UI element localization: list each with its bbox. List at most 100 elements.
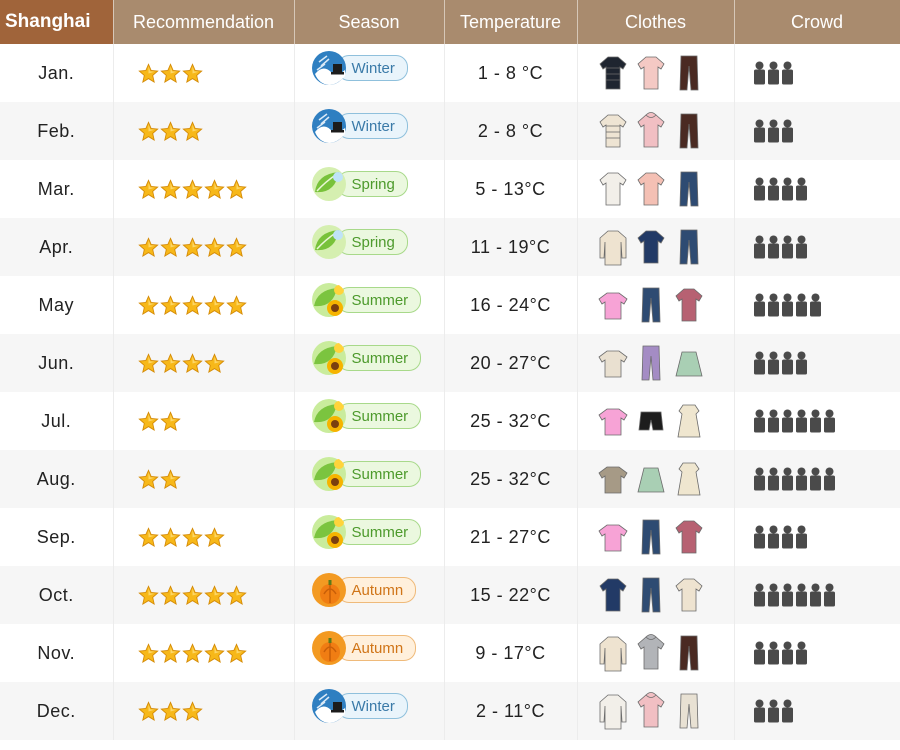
star-rating [137, 236, 294, 258]
sweatshirt-icon [636, 230, 665, 264]
clothes-cell [577, 392, 735, 450]
person-icon [781, 467, 793, 491]
season-badge: Winter [311, 109, 408, 144]
crowd-cell [734, 334, 900, 392]
season-badge: Winter [311, 51, 408, 86]
star-icon [137, 642, 159, 663]
recommendation-cell [113, 160, 295, 218]
trousers-icon [679, 635, 698, 671]
season-cell: Summer [294, 276, 445, 334]
person-icon [753, 641, 765, 665]
temperature-cell: 9 - 17°C [444, 624, 578, 682]
clothes-cell [577, 334, 735, 392]
person-icon [795, 641, 807, 665]
tshirt-icon [597, 292, 628, 320]
crowd-level [753, 467, 900, 491]
clothes-cell [577, 566, 735, 624]
star-icon [137, 294, 159, 315]
season-badge: Autumn [311, 631, 417, 666]
crowd-level [753, 641, 900, 665]
month-cell: Sep. [0, 508, 114, 566]
month-cell: Jun. [0, 334, 114, 392]
clothes-cell [577, 682, 735, 740]
star-icon [137, 468, 159, 489]
person-icon [767, 409, 779, 433]
table-row: Nov. Autumn 9 - 17°C [0, 624, 900, 682]
person-icon [781, 119, 793, 143]
star-icon [137, 410, 159, 431]
season-badge: Autumn [311, 573, 417, 608]
hoodie-icon [636, 692, 665, 728]
person-icon [753, 61, 765, 85]
star-icon [225, 584, 247, 605]
season-header: Season [294, 0, 445, 44]
person-icon [767, 583, 779, 607]
person-icon [809, 293, 821, 317]
crowd-level [753, 351, 900, 375]
crowd-cell [734, 160, 900, 218]
dress-icon [677, 462, 700, 496]
table-row: Jun. Summer 20 - 27°C [0, 334, 900, 392]
temperature-cell: 16 - 24°C [444, 276, 578, 334]
month-cell: Dec. [0, 682, 114, 740]
month-cell: Oct. [0, 566, 114, 624]
temperature-cell: 25 - 32°C [444, 450, 578, 508]
month-cell: May [0, 276, 114, 334]
clothes-cell [577, 102, 735, 160]
crowd-header: Crowd [734, 0, 900, 44]
person-icon [767, 177, 779, 201]
person-icon [753, 525, 765, 549]
star-icon [181, 642, 203, 663]
star-icon [181, 352, 203, 373]
season-badge: Summer [311, 341, 422, 376]
jeans-icon [641, 519, 660, 555]
person-icon [753, 293, 765, 317]
person-icon [795, 409, 807, 433]
person-icon [823, 467, 835, 491]
star-icon [181, 62, 203, 83]
clothes-cell [577, 218, 735, 276]
star-icon [159, 410, 181, 431]
season-label: Summer [336, 287, 422, 314]
star-icon [159, 700, 181, 721]
clothes-set [598, 692, 734, 730]
crowd-cell [734, 682, 900, 740]
person-icon [809, 467, 821, 491]
crowd-cell [734, 566, 900, 624]
person-icon [767, 699, 779, 723]
clothes-set [597, 460, 734, 498]
clothes-set [598, 634, 734, 672]
season-label: Spring [336, 171, 408, 198]
shirt-icon [674, 520, 703, 554]
star-rating [137, 62, 294, 84]
season-badge: Summer [311, 283, 422, 318]
season-cell: Summer [294, 392, 445, 450]
city-header: Shanghai [0, 0, 114, 44]
table-row: Apr. Spring 11 - 19°C [0, 218, 900, 276]
shorts-icon [638, 411, 663, 431]
star-icon [225, 642, 247, 663]
star-icon [203, 236, 225, 257]
spring-season-icon [311, 225, 346, 260]
crowd-cell [734, 218, 900, 276]
star-icon [159, 352, 181, 373]
person-icon [823, 409, 835, 433]
winter-season-icon [311, 689, 346, 724]
star-icon [137, 352, 159, 373]
star-rating [137, 526, 294, 548]
clothes-set [597, 402, 734, 440]
star-icon [137, 62, 159, 83]
clothes-set [598, 112, 734, 150]
season-badge: Spring [311, 225, 408, 260]
person-icon [781, 641, 793, 665]
star-rating [137, 584, 294, 606]
crowd-cell [734, 624, 900, 682]
person-icon [795, 583, 807, 607]
crowd-level [753, 583, 900, 607]
jeans-icon [641, 577, 660, 613]
star-rating [137, 178, 294, 200]
temperature-cell: 20 - 27°C [444, 334, 578, 392]
person-icon [753, 119, 765, 143]
star-icon [181, 700, 203, 721]
clothes-set [598, 54, 734, 92]
